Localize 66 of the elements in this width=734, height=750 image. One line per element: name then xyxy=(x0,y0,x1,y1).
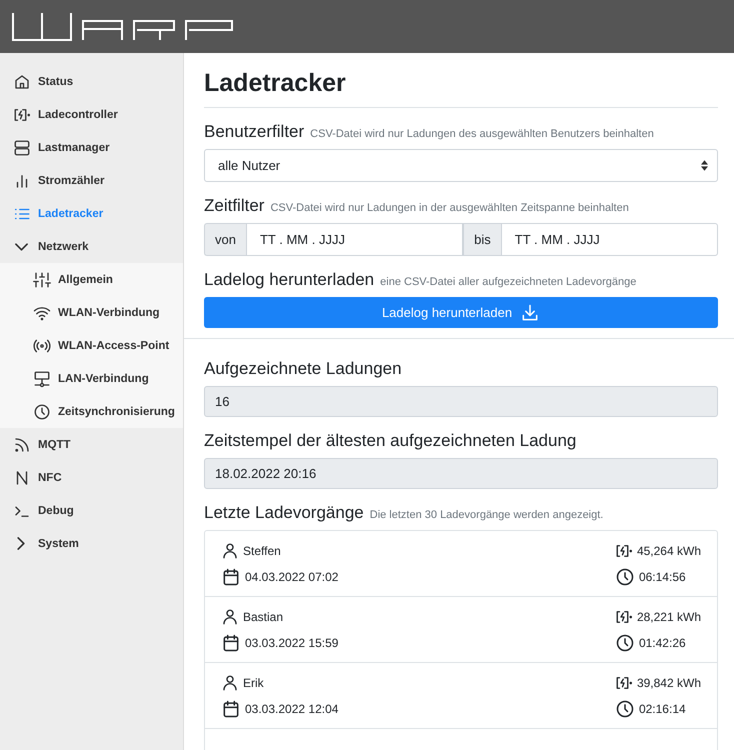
section-title: Ladelog herunterladen xyxy=(204,270,374,290)
charge-value: 04.03.2022 07:02 xyxy=(245,570,338,584)
section-title: Zeitstempel der ältesten aufgezeichneten Ladung xyxy=(204,431,576,451)
nav-item[interactable]: WLAN-Verbindung xyxy=(0,296,183,329)
readonly-field: 18.02.2022 20:16 xyxy=(204,458,718,489)
radio-icon xyxy=(33,336,51,354)
clock-icon xyxy=(33,402,51,420)
date-field[interactable]: TT . MM . JJJJ xyxy=(500,223,718,256)
nav-item[interactable]: LAN-Verbindung xyxy=(0,362,183,395)
home-icon xyxy=(13,72,31,90)
user-icon xyxy=(221,608,239,626)
nav-item[interactable]: Allgemein xyxy=(0,263,183,296)
clock-icon xyxy=(614,632,635,652)
charge-value: 03.03.2022 15:59 xyxy=(245,636,338,650)
mqtt-icon xyxy=(13,436,31,454)
nav-item[interactable]: Stromzähler xyxy=(0,164,183,197)
charge-value: 28,221 kWh xyxy=(636,610,701,624)
section-hint: CSV-Datei wird nur Ladungen des ausgewählten Benutzers beinhalten xyxy=(310,128,654,140)
section-title: Letzte Ladevorgänge xyxy=(204,503,364,523)
section-title: Benutzerfilter xyxy=(204,122,304,142)
charge-value: 39,842 kWh xyxy=(636,676,701,690)
date-field[interactable]: TT . MM . JJJJ xyxy=(246,223,464,256)
chevron-right-icon xyxy=(17,537,25,550)
section-hint: CSV-Datei wird nur Ladungen in der ausgewählten Zeitspanne beinhalten xyxy=(270,202,629,214)
section-hint: Die letzten 30 Ladevorgänge werden angezeigt. xyxy=(370,509,604,521)
sort-caret-icon xyxy=(701,160,708,171)
user-icon xyxy=(221,674,239,692)
readonly-field: 16 xyxy=(204,386,718,417)
calendar-icon xyxy=(221,698,241,718)
charge-value: 06:14:56 xyxy=(638,570,686,584)
charge-value: 03.03.2022 12:04 xyxy=(245,702,338,716)
nav-item[interactable]: Zeitsynchronisierung xyxy=(0,395,183,428)
charge-value: 01:42:26 xyxy=(638,636,686,650)
page-title: Ladetracker xyxy=(204,53,718,108)
nav-item[interactable]: Status xyxy=(0,65,183,98)
nav-item[interactable]: Netzwerk xyxy=(0,230,183,263)
input-addon: bis xyxy=(463,223,501,256)
nav-item[interactable]: WLAN-Access-Point xyxy=(0,329,183,362)
server-icon xyxy=(13,138,31,156)
download-button[interactable]: Ladelog herunterladen xyxy=(204,297,718,328)
logo-icon xyxy=(12,12,234,40)
charge-value: 45,264 kWh xyxy=(636,544,701,558)
section-title: Zeitfilter xyxy=(204,196,264,216)
nav-item[interactable]: Debug xyxy=(0,494,183,527)
chevron-down-icon xyxy=(15,242,28,250)
sliders-icon xyxy=(33,270,51,288)
input-addon: von xyxy=(204,223,246,256)
charge-value: Erik xyxy=(243,676,264,690)
nav-item[interactable]: Lastmanager xyxy=(0,131,183,164)
download-icon xyxy=(520,302,540,322)
nav-item[interactable]: System xyxy=(0,527,183,560)
network-icon xyxy=(33,370,51,388)
nav-item[interactable]: MQTT xyxy=(0,428,183,461)
section-title: Aufgezeichnete Ladungen xyxy=(204,359,402,379)
charge-value: Bastian xyxy=(243,610,284,624)
user-select[interactable]: alle Nutzer xyxy=(204,149,718,182)
section-hint: eine CSV-Datei aller aufgezeichneten Ladevorgänge xyxy=(380,276,636,288)
calendar-icon xyxy=(221,632,241,652)
nav-item[interactable]: NFC xyxy=(0,461,183,494)
clock-icon xyxy=(614,698,635,718)
nav-item[interactable]: Ladecontroller xyxy=(0,98,183,131)
user-icon xyxy=(221,542,239,560)
charge-value: Steffen xyxy=(243,544,281,558)
charge-value: 02:16:14 xyxy=(638,702,686,716)
clock-icon xyxy=(614,566,635,586)
calendar-icon xyxy=(221,566,241,586)
